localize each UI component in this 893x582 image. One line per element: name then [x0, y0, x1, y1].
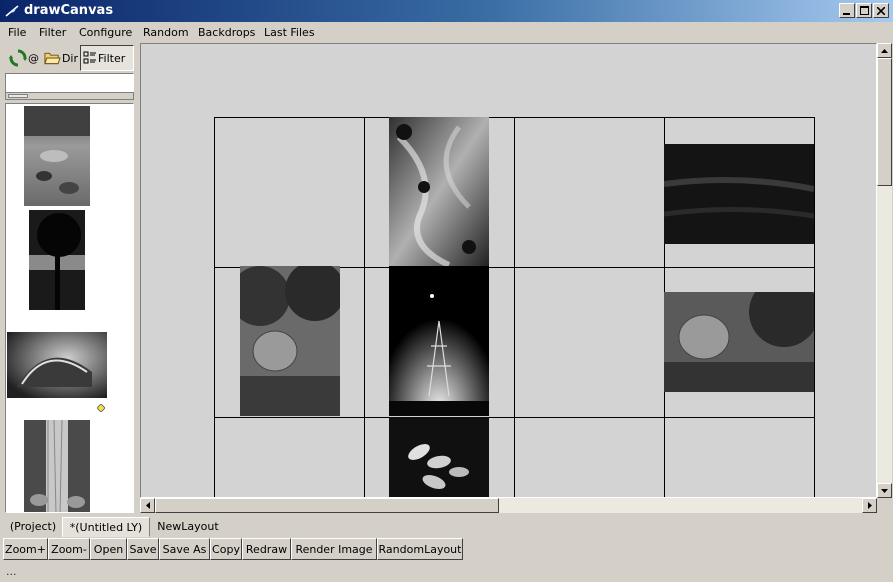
photo-pylon[interactable]	[389, 266, 489, 416]
feather-icon	[5, 5, 19, 17]
menu-configure[interactable]: Configure	[79, 26, 132, 39]
path-scrollbar[interactable]	[5, 92, 134, 100]
action-toolbar: Zoom+ Zoom- Open Save Save As Copy Redra…	[0, 537, 893, 561]
canvas-vertical-scrollbar[interactable]	[877, 43, 892, 498]
file-browser-panel: @ Dir Filter	[0, 43, 138, 513]
tab-project[interactable]: (Project)	[6, 517, 60, 537]
zoom-in-button[interactable]: Zoom+	[3, 538, 48, 560]
menu-bar: File Filter Configure Random Backdrops L…	[0, 23, 893, 43]
random-layout-button[interactable]: RandomLayout	[377, 538, 463, 560]
menu-last-files[interactable]: Last Files	[264, 26, 315, 39]
scroll-down-button[interactable]	[877, 483, 892, 498]
menu-random[interactable]: Random	[143, 26, 189, 39]
zoom-out-button[interactable]: Zoom-	[48, 538, 90, 560]
menu-backdrops[interactable]: Backdrops	[198, 26, 255, 39]
arrow-up-icon	[881, 48, 888, 53]
vertical-scroll-thumb[interactable]	[877, 58, 892, 186]
maximize-button[interactable]	[856, 3, 872, 18]
dir-button[interactable]: Dir	[43, 45, 79, 71]
layout-cell[interactable]	[214, 117, 365, 268]
filter-list-icon	[83, 51, 96, 64]
status-text: ...	[6, 565, 17, 578]
window-title: drawCanvas	[24, 3, 114, 18]
canvas-horizontal-scrollbar[interactable]	[140, 498, 877, 513]
tab-new-layout[interactable]: NewLayout	[154, 517, 222, 537]
thumbnail-dome[interactable]	[7, 332, 107, 398]
open-button[interactable]: Open	[90, 538, 127, 560]
save-button[interactable]: Save	[127, 538, 159, 560]
tab-untitled-ly[interactable]: *(Untitled LY)	[62, 517, 150, 537]
photo-dark-water[interactable]	[664, 144, 814, 244]
render-image-button[interactable]: Render Image	[291, 538, 377, 560]
refresh-at-button[interactable]: @	[5, 45, 41, 71]
redraw-button[interactable]: Redraw	[242, 538, 291, 560]
layout-cell[interactable]	[514, 117, 665, 268]
save-as-button[interactable]: Save As	[159, 538, 210, 560]
photo-forest-dome-wide[interactable]	[664, 292, 814, 392]
status-bar: ...	[0, 563, 893, 582]
horizontal-scroll-thumb[interactable]	[155, 498, 499, 513]
scroll-right-button[interactable]	[862, 498, 877, 513]
open-folder-icon	[44, 52, 61, 65]
arrow-down-icon	[881, 488, 888, 493]
copy-button[interactable]: Copy	[210, 538, 242, 560]
scroll-up-button[interactable]	[877, 43, 892, 58]
layout-tabs: (Project) *(Untitled LY) NewLayout	[0, 515, 893, 537]
maximize-icon	[859, 6, 869, 15]
path-scrollbar-thumb[interactable]	[8, 94, 28, 98]
filter-button[interactable]: Filter	[80, 45, 134, 71]
scroll-left-button[interactable]	[140, 498, 155, 513]
menu-filter[interactable]: Filter	[39, 26, 66, 39]
close-button[interactable]	[873, 3, 889, 18]
arrow-left-icon	[145, 502, 150, 509]
selection-marker-icon	[97, 404, 105, 412]
thumbnail-tree[interactable]	[29, 210, 85, 310]
layout-cell[interactable]	[214, 417, 365, 497]
minimize-icon	[843, 12, 850, 15]
minimize-button[interactable]	[839, 3, 855, 18]
dir-label: Dir	[61, 51, 78, 65]
layout-cell[interactable]	[514, 267, 665, 418]
photo-smoke[interactable]	[389, 117, 489, 267]
thumbnail-list[interactable]	[5, 103, 134, 513]
filter-label: Filter	[98, 51, 126, 65]
photo-forest-dome[interactable]	[240, 266, 340, 416]
path-input[interactable]	[5, 73, 134, 93]
thumbnail-garden[interactable]	[24, 106, 90, 206]
layout-cell[interactable]	[664, 417, 815, 497]
at-label: @	[28, 51, 39, 65]
menu-file[interactable]: File	[8, 26, 26, 39]
layout-cell[interactable]	[514, 417, 665, 497]
recycle-arrows-icon	[9, 49, 27, 67]
close-icon	[877, 6, 885, 15]
arrow-right-icon	[867, 502, 872, 509]
photo-flowers[interactable]	[389, 417, 489, 498]
title-bar[interactable]: drawCanvas	[0, 0, 893, 22]
layout-canvas[interactable]	[140, 43, 877, 498]
thumbnail-trunk[interactable]	[24, 420, 90, 513]
